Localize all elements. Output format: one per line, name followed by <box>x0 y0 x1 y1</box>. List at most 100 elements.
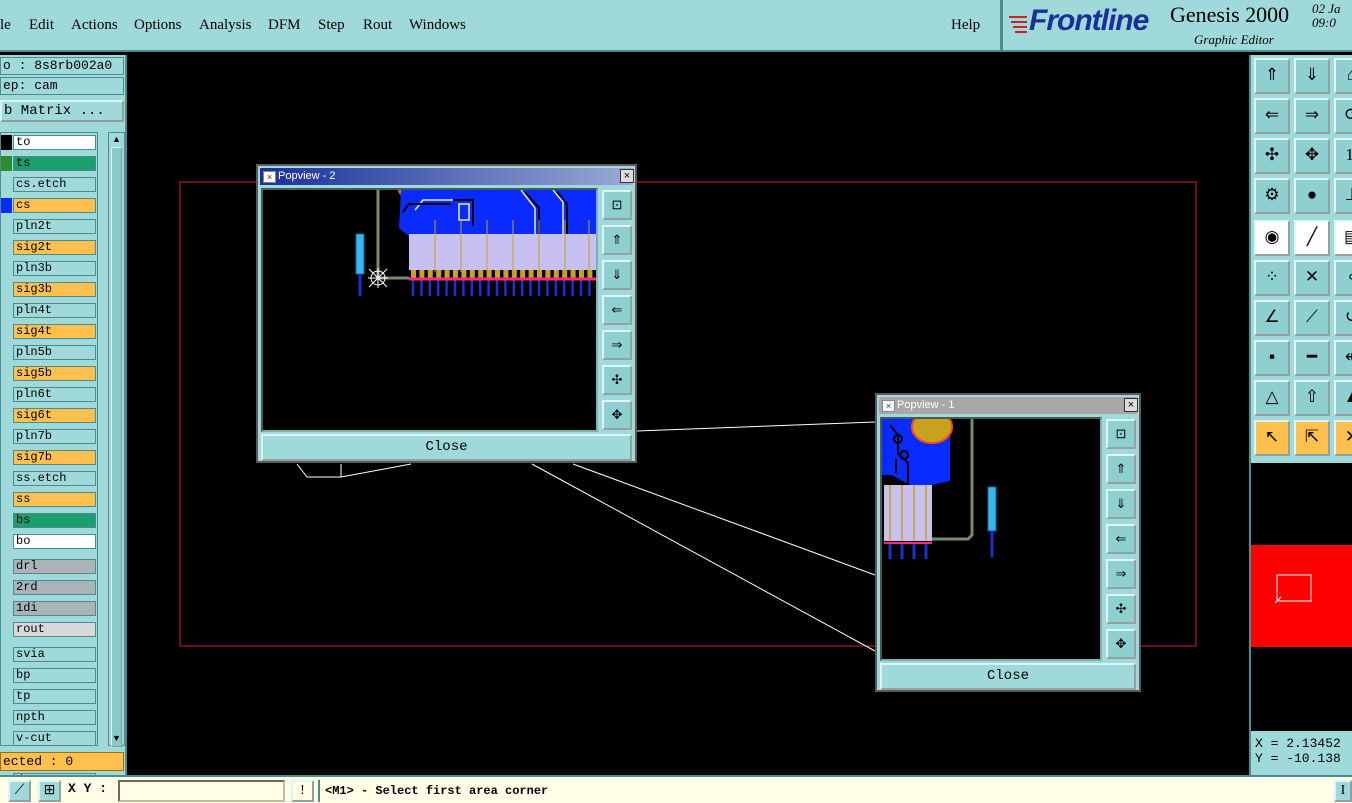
pop-pan-down-button[interactable]: ⇓ <box>602 260 632 290</box>
layer-color-swatch[interactable] <box>1 622 12 637</box>
line-segment-icon[interactable]: ━ <box>1294 340 1330 376</box>
layer-name[interactable]: v-cut <box>13 731 96 746</box>
pop-pan-right-button[interactable]: ⇒ <box>1106 559 1136 589</box>
layer-name[interactable]: sig2t <box>13 240 96 255</box>
layer-color-swatch[interactable] <box>1 492 12 507</box>
cross-icon[interactable]: ✕ <box>1294 260 1330 296</box>
popview-1-window[interactable]: × Popview - 1 × ⊡ ⇑ ⇓ ⇐ ⇒ ✣ ✥ Close <box>875 393 1141 692</box>
matrix-button[interactable]: b Matrix ... <box>0 100 124 122</box>
scroll-down-icon[interactable]: ▼ <box>111 733 122 744</box>
tools-icon[interactable]: ⚙ <box>1254 178 1290 214</box>
zoom-in-icon[interactable]: ✣ <box>1254 138 1290 174</box>
window-menu-icon[interactable]: × <box>882 400 895 412</box>
layer-row[interactable]: cs <box>1 198 97 213</box>
layer-color-swatch[interactable] <box>1 580 12 595</box>
layer-row[interactable]: pln5b <box>1 345 97 360</box>
layer-color-swatch[interactable] <box>1 282 12 297</box>
layer-name[interactable]: pln7b <box>13 429 96 444</box>
layer-row[interactable]: 2rd <box>1 580 97 595</box>
layer-row[interactable]: ss <box>1 492 97 507</box>
popview-1-close-button[interactable]: Close <box>880 663 1136 690</box>
layer-color-swatch[interactable] <box>1 408 12 423</box>
menu-actions[interactable]: Actions <box>71 17 118 34</box>
layer-name[interactable]: pln4t <box>13 303 96 318</box>
stretch-icon[interactable]: ⇹ <box>1334 340 1352 376</box>
pop-pan-up-button[interactable]: ⇑ <box>602 225 632 255</box>
layer-color-swatch[interactable] <box>1 513 12 528</box>
layer-row[interactable]: rout <box>1 622 97 637</box>
home-icon[interactable]: ⌂ <box>1334 58 1352 94</box>
menu-dfm[interactable]: DFM <box>268 17 301 34</box>
layer-row[interactable]: pln3b <box>1 261 97 276</box>
popview-2-titlebar[interactable]: × Popview - 2 <box>260 168 633 185</box>
layer-color-swatch[interactable] <box>1 647 12 662</box>
layer-row[interactable]: 1di <box>1 601 97 616</box>
layer-row[interactable]: ss.etch <box>1 471 97 486</box>
ruler-icon[interactable]: ▤ <box>1334 220 1352 256</box>
pop-zoom-out-button[interactable]: ✥ <box>602 400 632 430</box>
layer-name[interactable]: 2rd <box>13 580 96 595</box>
angle-icon[interactable]: ∠ <box>1254 300 1290 336</box>
layer-name[interactable]: bo <box>13 534 96 549</box>
layer-color-swatch[interactable] <box>1 471 12 486</box>
pop-pan-left-button[interactable]: ⇐ <box>1106 524 1136 554</box>
popview-2-viewport[interactable] <box>261 188 598 432</box>
layer-name[interactable]: bp <box>13 668 96 683</box>
layer-row[interactable]: cs.etch <box>1 177 97 192</box>
layer-color-swatch[interactable] <box>1 240 12 255</box>
layer-row[interactable]: bp <box>1 668 97 683</box>
pointer-icon[interactable]: ↖ <box>1254 420 1290 456</box>
menu-step[interactable]: Step <box>318 17 345 34</box>
layer-row[interactable]: sig5b <box>1 366 97 381</box>
layer-name[interactable]: pln3b <box>13 261 96 276</box>
snap-mode-icon[interactable]: ⟋ <box>8 780 31 802</box>
layer-color-swatch[interactable] <box>1 731 12 746</box>
pop-zoom-box-button[interactable]: ⊡ <box>602 190 632 220</box>
curve-icon[interactable]: ↺ <box>1334 300 1352 336</box>
layer-row[interactable]: bo <box>1 534 97 549</box>
status-right-button[interactable]: I <box>1334 780 1352 802</box>
menu-analysis[interactable]: Analysis <box>199 17 252 34</box>
pop-zoom-box-button[interactable]: ⊡ <box>1106 419 1136 449</box>
diagonal-icon[interactable]: ⟋ <box>1294 300 1330 336</box>
layer-row[interactable]: pln7b <box>1 429 97 444</box>
layer-color-swatch[interactable] <box>1 135 12 150</box>
pop-pan-right-button[interactable]: ⇒ <box>602 330 632 360</box>
pop-pan-down-button[interactable]: ⇓ <box>1106 489 1136 519</box>
overview-panel[interactable] <box>1249 463 1352 731</box>
pan-up-icon[interactable]: ⇑ <box>1254 58 1290 94</box>
layer-name[interactable]: cs <box>13 198 96 213</box>
measure-icon[interactable]: ● <box>1294 178 1330 214</box>
layer-name[interactable]: cs.etch <box>13 177 96 192</box>
layer-row[interactable]: tp <box>1 689 97 704</box>
redraw-icon[interactable]: ⟳ <box>1334 98 1352 134</box>
layer-color-swatch[interactable] <box>1 219 12 234</box>
layer-name[interactable]: ss <box>13 492 96 507</box>
menu-options[interactable]: Options <box>134 17 182 34</box>
pop-zoom-out-button[interactable]: ✥ <box>1106 629 1136 659</box>
layer-list-scrollbar[interactable]: ▲ ▼ <box>108 132 125 747</box>
pop-zoom-in-button[interactable]: ✣ <box>602 365 632 395</box>
layer-color-swatch[interactable] <box>1 387 12 402</box>
menu-windows[interactable]: Windows <box>409 17 466 34</box>
layer-row[interactable]: pln4t <box>1 303 97 318</box>
menu-help[interactable]: Help <box>951 17 980 34</box>
layer-color-swatch[interactable] <box>1 601 12 616</box>
layer-row[interactable]: drl <box>1 559 97 574</box>
layer-row[interactable]: bs <box>1 513 97 528</box>
layer-color-swatch[interactable] <box>1 324 12 339</box>
layer-color-swatch[interactable] <box>1 156 12 171</box>
layer-color-swatch[interactable] <box>1 689 12 704</box>
layer-name[interactable]: ts <box>13 156 96 171</box>
popview-1-titlebar[interactable]: × Popview - 1 <box>879 397 1137 414</box>
layer-name[interactable]: sig6t <box>13 408 96 423</box>
zoom-out-icon[interactable]: ✥ <box>1294 138 1330 174</box>
layer-name[interactable]: ss.etch <box>13 471 96 486</box>
layer-row[interactable]: sig6t <box>1 408 97 423</box>
pan-down-icon[interactable]: ⇓ <box>1294 58 1330 94</box>
layer-row[interactable]: sig3b <box>1 282 97 297</box>
line-tool-icon[interactable]: ╱ <box>1294 220 1330 256</box>
layer-color-swatch[interactable] <box>1 345 12 360</box>
polygon-icon[interactable]: ▲ <box>1334 380 1352 416</box>
layer-name[interactable]: pln5b <box>13 345 96 360</box>
